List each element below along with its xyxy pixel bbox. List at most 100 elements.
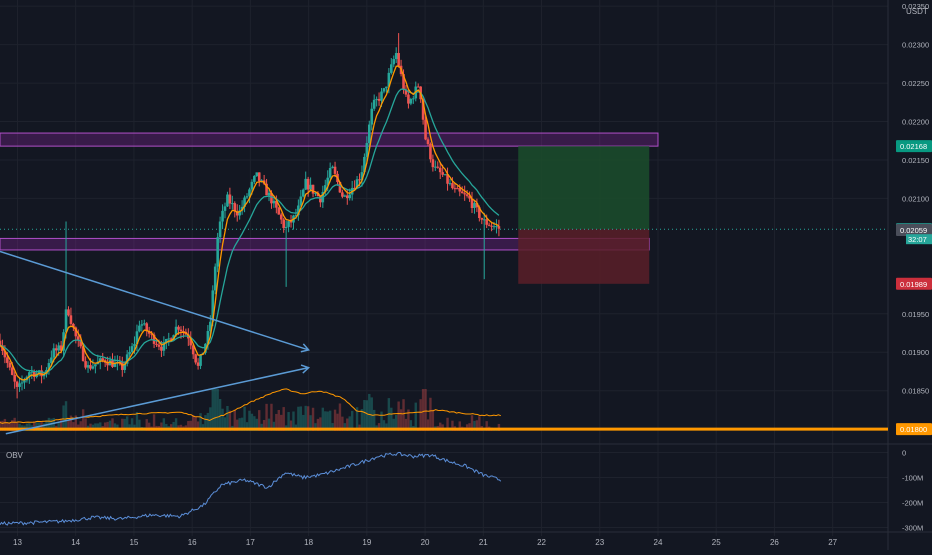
candle-body <box>142 323 146 325</box>
candle <box>372 94 376 111</box>
candle-body <box>434 166 437 168</box>
candle-body <box>213 266 217 291</box>
volume-bar <box>321 407 325 431</box>
candle-body <box>490 225 493 227</box>
date-tick-label: 13 <box>13 538 22 547</box>
candle <box>228 187 232 210</box>
candle <box>470 191 474 214</box>
date-tick-label: 24 <box>654 538 663 547</box>
candle <box>216 232 219 273</box>
candle-body <box>279 214 283 220</box>
candle-body <box>424 119 427 140</box>
candle-body <box>57 345 60 351</box>
candle-body <box>255 172 259 176</box>
candle <box>279 212 283 225</box>
candle-body <box>343 195 347 197</box>
obv-tick-label: -200M <box>902 499 923 508</box>
volume-bar <box>218 398 222 431</box>
candle-body <box>196 362 200 366</box>
candle-body <box>311 184 315 194</box>
candle <box>448 178 452 186</box>
candle-body <box>86 365 90 368</box>
candle-body <box>194 354 197 363</box>
candle <box>199 354 202 370</box>
candle-body <box>69 315 73 324</box>
volume-bar <box>64 401 68 431</box>
date-tick-label: 14 <box>71 538 80 547</box>
candle <box>436 161 440 169</box>
candle <box>443 173 447 176</box>
candle-body <box>223 206 227 211</box>
price-badge-label: 0.02059 <box>900 226 927 235</box>
candle-body <box>392 59 396 65</box>
candle-body <box>485 219 488 225</box>
price-tick-label: 0.01950 <box>902 310 929 319</box>
candle <box>223 202 227 219</box>
price-tick-label: 0.02300 <box>902 41 929 50</box>
volume-bar <box>421 389 425 431</box>
date-tick-label: 19 <box>362 538 371 547</box>
candle-body <box>482 219 486 221</box>
volume-bar <box>304 405 307 431</box>
volume-bar <box>297 406 300 431</box>
price-chart[interactable]: OBVUSDT0.023500.023000.022500.022000.021… <box>0 0 932 550</box>
candle-body <box>438 167 442 173</box>
candle-body <box>333 166 337 174</box>
candle-body <box>287 221 290 227</box>
candle <box>341 189 344 199</box>
chart-container[interactable]: OBV USDT 0.02350 0.02300 0.02250 0.02200 0.021… <box>0 0 932 550</box>
candle <box>416 83 420 88</box>
candle-body <box>473 203 476 209</box>
date-tick-label: 15 <box>129 538 138 547</box>
candle <box>304 171 308 191</box>
candle-body <box>91 366 95 369</box>
candle-body <box>284 226 288 229</box>
date-tick-label: 18 <box>304 538 313 547</box>
volume-bar <box>62 405 65 431</box>
obv-label: OBV <box>6 451 24 460</box>
candle <box>226 191 229 207</box>
candle-body <box>228 194 232 204</box>
volume-bar <box>265 403 268 431</box>
candle-body <box>306 178 310 190</box>
candle <box>113 355 117 368</box>
candle-body <box>345 195 349 199</box>
candle-body <box>15 381 19 387</box>
candle-body <box>0 340 2 346</box>
candle-body <box>245 196 249 198</box>
candle-body <box>6 357 9 363</box>
candle-body <box>160 346 163 351</box>
candle-body <box>18 383 21 387</box>
candle-body <box>84 361 87 368</box>
volume-bar <box>216 389 219 431</box>
resistance-zone <box>0 132 659 147</box>
candle-body <box>54 348 58 351</box>
volume-bar <box>390 407 393 431</box>
candle-body <box>10 367 14 375</box>
volume-bar <box>311 407 315 431</box>
candle-body <box>177 326 180 330</box>
countdown-label: 32:07 <box>908 235 927 244</box>
candle <box>382 87 386 94</box>
candle-body <box>155 343 158 345</box>
candle <box>284 220 288 287</box>
candle <box>194 353 197 365</box>
candle-body <box>140 324 144 326</box>
candle-body <box>409 99 413 104</box>
candle <box>287 220 290 233</box>
price-tick-label: 0.02100 <box>902 194 929 203</box>
stop-zone <box>518 229 650 284</box>
obv-tick-label: 0 <box>902 449 906 458</box>
candle-body <box>441 172 444 175</box>
candle <box>18 378 21 392</box>
volume-bar <box>402 399 405 431</box>
candle-body <box>30 371 34 373</box>
candle <box>162 336 166 356</box>
date-tick-label: 21 <box>479 538 488 547</box>
candle <box>255 172 259 177</box>
candle-body <box>429 144 432 160</box>
candle <box>407 90 410 109</box>
candle-body <box>426 139 430 145</box>
candle-body <box>377 98 381 101</box>
candle-body <box>370 108 374 125</box>
